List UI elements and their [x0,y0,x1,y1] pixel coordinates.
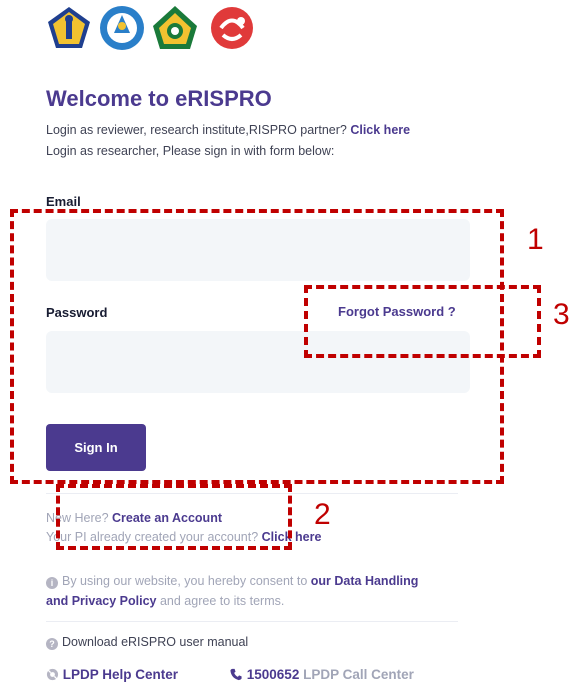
divider [46,621,458,622]
consent-text-after: and agree to its terms. [159,594,285,608]
page-title: Welcome to eRISPRO [46,86,272,111]
help-center-link[interactable]: LPDP Help Center [46,667,178,682]
lifebuoy-icon [46,668,59,681]
download-manual-link[interactable]: ? Download eRISPRO user manual [46,635,248,650]
annotation-box-3 [304,285,541,358]
consent-text-before: By using our website, you hereby consent… [62,574,308,588]
consent-line-1: i By using our website, you hereby consen… [46,574,418,589]
intro-line-2: Login as researcher, Please sign in with… [46,144,335,158]
info-icon: i [46,577,58,589]
intro-line-1-text: Login as reviewer, research institute,RI… [46,123,347,137]
lpdp-logo [211,7,253,49]
kemenag-logo [153,6,197,49]
privacy-policy-link-part2[interactable]: and Privacy Policy [46,594,156,608]
download-manual-text: Download eRISPRO user manual [62,635,249,649]
call-center-text: LPDP Call Center [303,667,414,682]
call-center-link[interactable]: 1500652 LPDP Call Center [229,667,414,682]
partner-login-link[interactable]: Click here [350,123,410,137]
kemenkeu-logo [48,7,90,48]
annotation-marker-3: 3 [553,298,570,331]
annotation-marker-2: 2 [314,498,331,531]
question-icon: ? [46,638,58,650]
help-center-text: LPDP Help Center [62,667,179,682]
annotation-box-2 [56,484,292,550]
call-center-number: 1500652 [246,667,300,682]
privacy-policy-link-part1[interactable]: our Data Handling [311,574,419,588]
consent-line-2: and Privacy Policy and agree to its term… [46,594,284,608]
intro-line-1: Login as reviewer, research institute,RI… [46,123,410,137]
annotation-marker-1: 1 [527,223,544,256]
phone-icon [230,668,242,681]
tut-wuri-handayani-logo [100,6,144,50]
email-label: Email [46,194,81,209]
